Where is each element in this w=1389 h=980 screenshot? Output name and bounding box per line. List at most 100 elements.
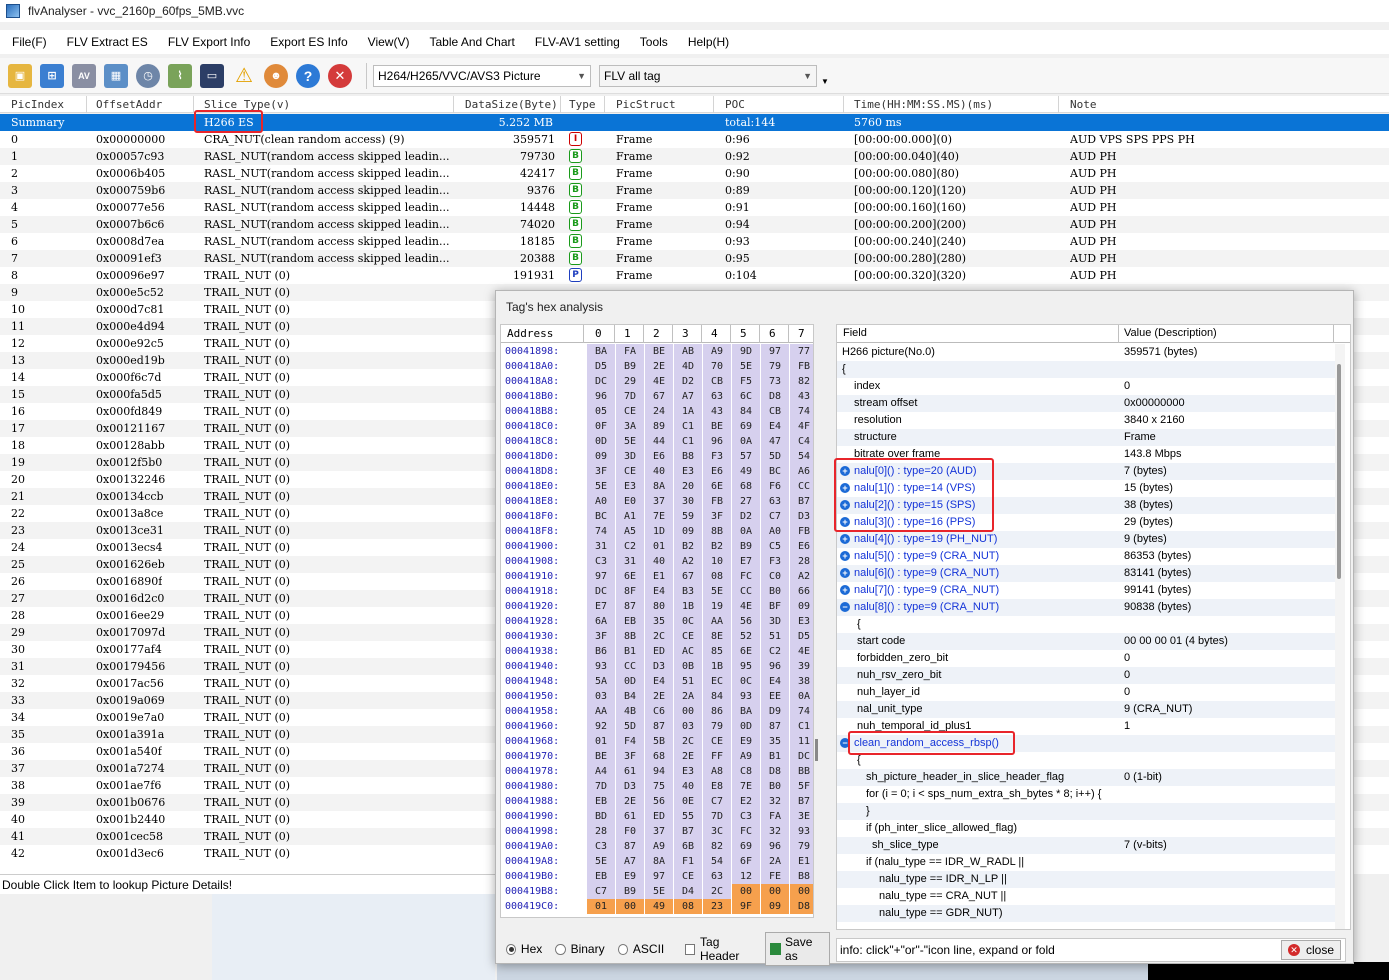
hex-byte[interactable]: 05 [587, 404, 615, 419]
hex-byte[interactable]: 0C [732, 674, 760, 689]
hex-byte[interactable]: 87 [761, 719, 789, 734]
hex-byte[interactable]: ED [645, 644, 673, 659]
hex-byte[interactable]: A0 [587, 494, 615, 509]
hex-byte[interactable]: 40 [674, 779, 702, 794]
hex-byte[interactable]: 3C [703, 824, 731, 839]
hex-byte[interactable]: B1 [616, 644, 644, 659]
hex-byte[interactable]: 8A [645, 479, 673, 494]
hex-byte[interactable]: 1D [645, 524, 673, 539]
hex-byte[interactable]: 97 [761, 344, 789, 359]
hex-row[interactable]: 00041988: EB 2E 56 0E C7 E2 32 B7 [501, 794, 813, 809]
field-scroll-thumb[interactable] [1337, 364, 1341, 579]
menu-item-8[interactable]: Help(H) [676, 35, 737, 49]
field-row[interactable]: if (nalu_type == IDR_W_RADL || [837, 854, 1335, 871]
hex-byte[interactable]: BA [587, 344, 615, 359]
hex-byte[interactable]: B3 [674, 584, 702, 599]
hex-byte[interactable]: 2C [674, 734, 702, 749]
hex-byte[interactable]: 86 [703, 704, 731, 719]
hex-byte[interactable]: FA [616, 344, 644, 359]
hex-byte[interactable]: 03 [674, 719, 702, 734]
hex-row[interactable]: 000418F8: 74 A5 1D 09 8B 0A A0 FB [501, 524, 813, 539]
hex-byte[interactable]: 74 [790, 704, 813, 719]
hex-byte[interactable]: 74 [587, 524, 615, 539]
hex-row[interactable]: 00041980: 7D D3 75 40 E8 7E B0 5F [501, 779, 813, 794]
hex-byte[interactable]: B7 [790, 794, 813, 809]
hex-byte[interactable]: 4D [674, 359, 702, 374]
hex-byte[interactable]: 8A [645, 854, 673, 869]
hex-byte[interactable]: 77 [790, 344, 813, 359]
hex-byte[interactable]: B9 [616, 359, 644, 374]
hex-byte[interactable]: FB [703, 494, 731, 509]
table-row[interactable]: 5 0x0007b6c6 RASL_NUT(random access skippe… [0, 216, 1389, 233]
hex-byte[interactable]: 0C [674, 614, 702, 629]
hex-byte[interactable]: 40 [645, 554, 673, 569]
hex-byte[interactable]: 2A [761, 854, 789, 869]
hex-byte[interactable]: ED [645, 809, 673, 824]
hex-byte[interactable]: B0 [761, 779, 789, 794]
hex-byte[interactable]: 56 [645, 794, 673, 809]
hex-byte[interactable]: C0 [761, 569, 789, 584]
av-icon[interactable]: AV [72, 63, 96, 88]
field-row[interactable]: nalu_type == CRA_NUT || [837, 888, 1335, 905]
hex-byte[interactable]: 52 [732, 629, 760, 644]
hex-byte[interactable]: E1 [790, 854, 813, 869]
hex-byte[interactable]: A0 [761, 524, 789, 539]
hex-byte[interactable]: AA [703, 614, 731, 629]
hex-byte[interactable]: 82 [703, 839, 731, 854]
hex-byte[interactable]: 93 [790, 824, 813, 839]
field-row[interactable]: nalu_type == IDR_N_LP || [837, 871, 1335, 888]
hex-byte[interactable]: BC [761, 464, 789, 479]
expand-icon[interactable]: + [840, 551, 850, 561]
hex-byte[interactable]: 00 [732, 884, 760, 899]
hex-byte[interactable]: EB [616, 614, 644, 629]
hex-byte[interactable]: 6E [703, 479, 731, 494]
hex-byte[interactable]: 54 [790, 449, 813, 464]
hex-byte[interactable]: E4 [645, 674, 673, 689]
field-row[interactable]: H266 picture(No.0) 359571 (bytes) [837, 344, 1335, 361]
col-time[interactable]: Time(HH:MM:SS.MS)(ms) [854, 98, 993, 111]
hex-row[interactable]: 00041950: 03 B4 2E 2A 84 93 EE 0A [501, 689, 813, 704]
tag-header-checkbox[interactable] [684, 943, 696, 955]
menu-item-0[interactable]: File(F) [0, 35, 55, 49]
grid-icon[interactable]: ▦ [104, 63, 128, 88]
hex-byte[interactable]: 0A [732, 524, 760, 539]
hex-scroll-thumb[interactable] [815, 739, 818, 761]
hex-row[interactable]: 00041910: 97 6E E1 67 08 FC C0 A2 [501, 569, 813, 584]
hex-byte[interactable]: BE [703, 419, 731, 434]
hex-byte[interactable]: B9 [616, 884, 644, 899]
hex-byte[interactable]: D8 [761, 764, 789, 779]
hex-byte[interactable]: 43 [703, 404, 731, 419]
hex-byte[interactable]: 30 [674, 494, 702, 509]
hex-byte[interactable]: 5B [645, 734, 673, 749]
chart-icon[interactable]: ⌇ [168, 63, 192, 88]
hex-byte[interactable]: E6 [703, 464, 731, 479]
hex-byte[interactable]: CC [732, 584, 760, 599]
hex-byte[interactable]: 5D [616, 719, 644, 734]
field-row[interactable]: resolution 3840 x 2160 [837, 412, 1335, 429]
hex-row[interactable]: 000418C0: 0F 3A 89 C1 BE 69 E4 4F [501, 419, 813, 434]
hex-byte[interactable]: A9 [703, 344, 731, 359]
field-row[interactable]: if (ph_inter_slice_allowed_flag) [837, 820, 1335, 837]
hex-byte[interactable]: 0D [587, 434, 615, 449]
hex-byte[interactable]: C7 [587, 884, 615, 899]
hex-row[interactable]: 000419A0: C3 87 A9 6B 82 69 96 79 [501, 839, 813, 854]
hex-byte[interactable]: 55 [674, 809, 702, 824]
hex-byte[interactable]: D2 [732, 509, 760, 524]
hex-byte[interactable]: 1B [703, 659, 731, 674]
hex-byte[interactable]: EB [587, 869, 615, 884]
hex-byte[interactable]: 97 [645, 869, 673, 884]
field-row[interactable]: + nalu[5]() : type=9 (CRA_NUT) 86353 (byte… [837, 548, 1335, 565]
hex-byte[interactable]: B2 [674, 539, 702, 554]
hex-byte[interactable]: 2E [645, 689, 673, 704]
hex-row[interactable]: 00041978: A4 61 94 E3 A8 C8 D8 BB [501, 764, 813, 779]
hex-scrollbar[interactable] [814, 324, 821, 918]
table-row[interactable]: 8 0x00096e97 TRAIL_NUT (0) 191931 P Frame 0:10… [0, 267, 1389, 284]
field-scrollbar[interactable] [1335, 344, 1345, 929]
hex-row[interactable]: 000418D8: 3F CE 40 E3 E6 49 BC A6 [501, 464, 813, 479]
hex-byte[interactable]: 44 [645, 434, 673, 449]
hex-byte[interactable]: 51 [761, 629, 789, 644]
hex-byte[interactable]: 01 [587, 734, 615, 749]
hex-byte[interactable]: 09 [674, 524, 702, 539]
hex-byte[interactable]: 96 [587, 389, 615, 404]
hex-byte[interactable]: 87 [616, 839, 644, 854]
